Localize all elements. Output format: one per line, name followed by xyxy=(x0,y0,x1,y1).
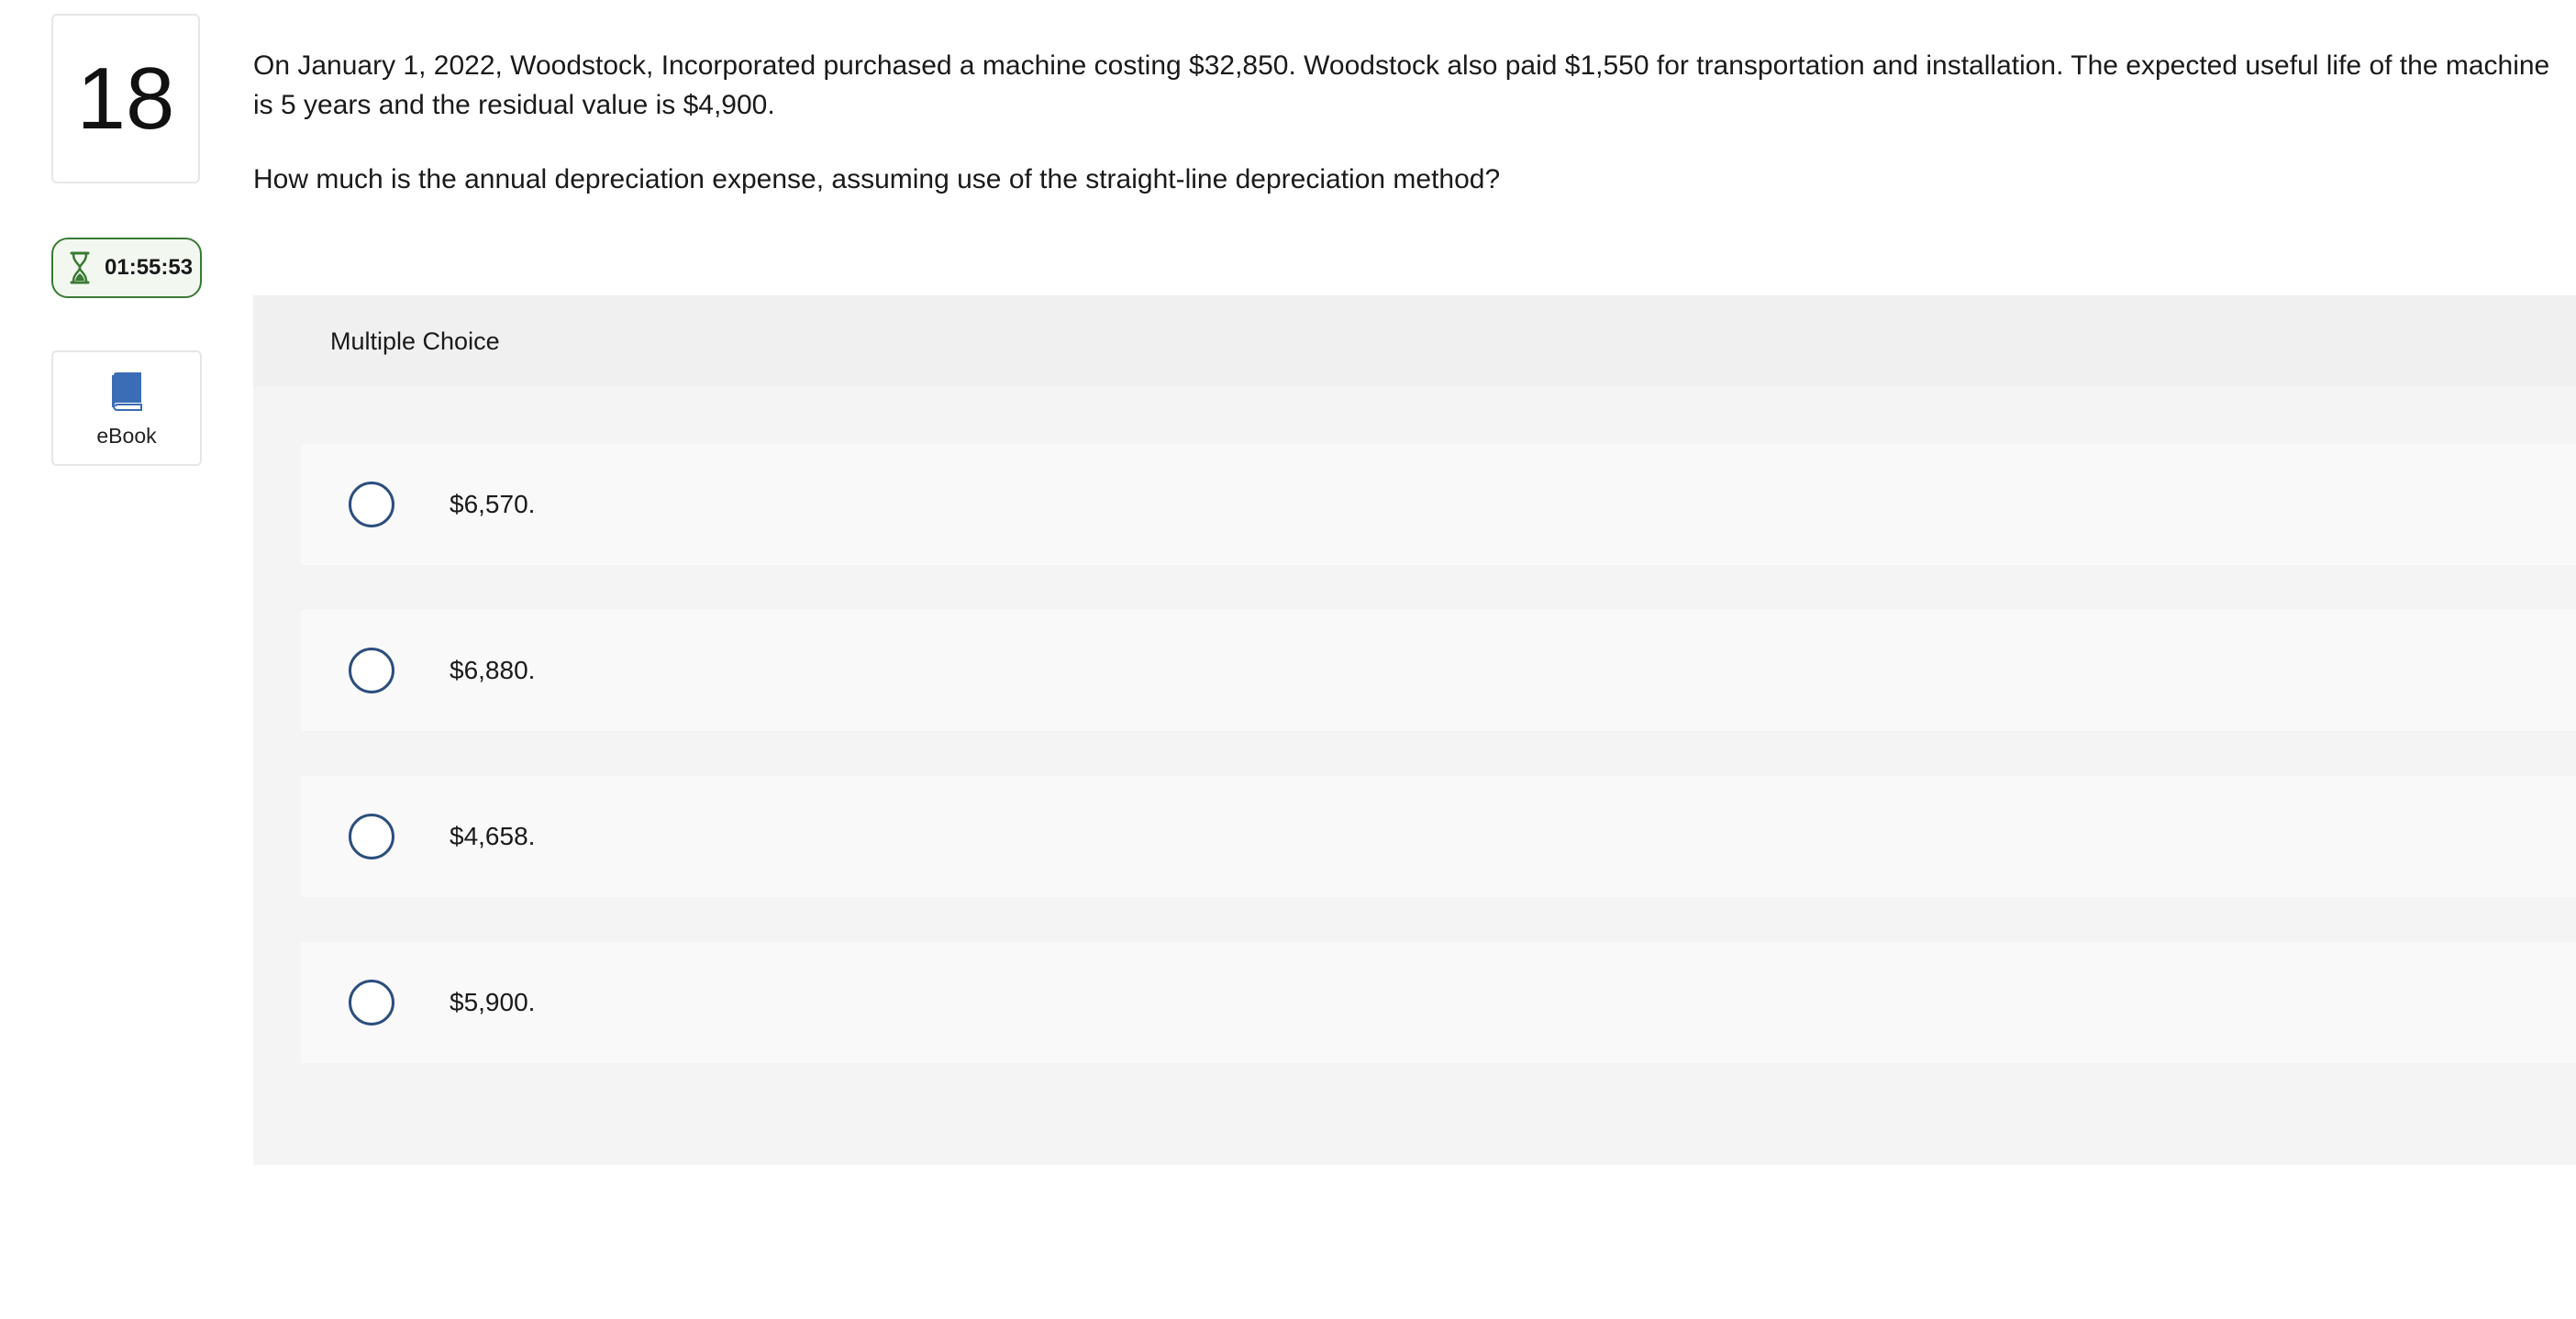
question-ask: How much is the annual depreciation expe… xyxy=(253,164,1501,194)
question-number: 18 xyxy=(51,14,200,183)
ebook-label: eBook xyxy=(96,424,157,448)
choice-option[interactable]: $6,570. xyxy=(301,444,2576,565)
question-text: On January 1, 2022, Woodstock, Incorpora… xyxy=(253,50,2550,120)
choice-label: $4,658. xyxy=(450,822,536,850)
choice-header: Multiple Choice xyxy=(253,295,2576,387)
choice-option[interactable]: $4,658. xyxy=(301,776,2576,897)
choice-label: $5,900. xyxy=(450,988,536,1016)
radio-button[interactable] xyxy=(349,814,394,859)
ebook-button[interactable]: eBook xyxy=(51,350,202,466)
timer-badge: 01:55:53 xyxy=(51,238,202,298)
radio-button[interactable] xyxy=(349,980,394,1025)
radio-button[interactable] xyxy=(349,482,394,527)
choice-option[interactable]: $6,880. xyxy=(301,610,2576,731)
choice-label: $6,880. xyxy=(450,656,536,684)
timer-text: 01:55:53 xyxy=(105,255,194,280)
choice-option[interactable]: $5,900. xyxy=(301,942,2576,1063)
choice-label: $6,570. xyxy=(450,490,536,518)
question-prompt: On January 1, 2022, Woodstock, Incorpora… xyxy=(253,46,2565,199)
book-icon xyxy=(108,371,145,416)
multiple-choice-panel: Multiple Choice $6,570. $6,880. $4,658. … xyxy=(253,295,2576,1165)
hourglass-icon xyxy=(68,250,92,285)
radio-button[interactable] xyxy=(349,648,394,693)
